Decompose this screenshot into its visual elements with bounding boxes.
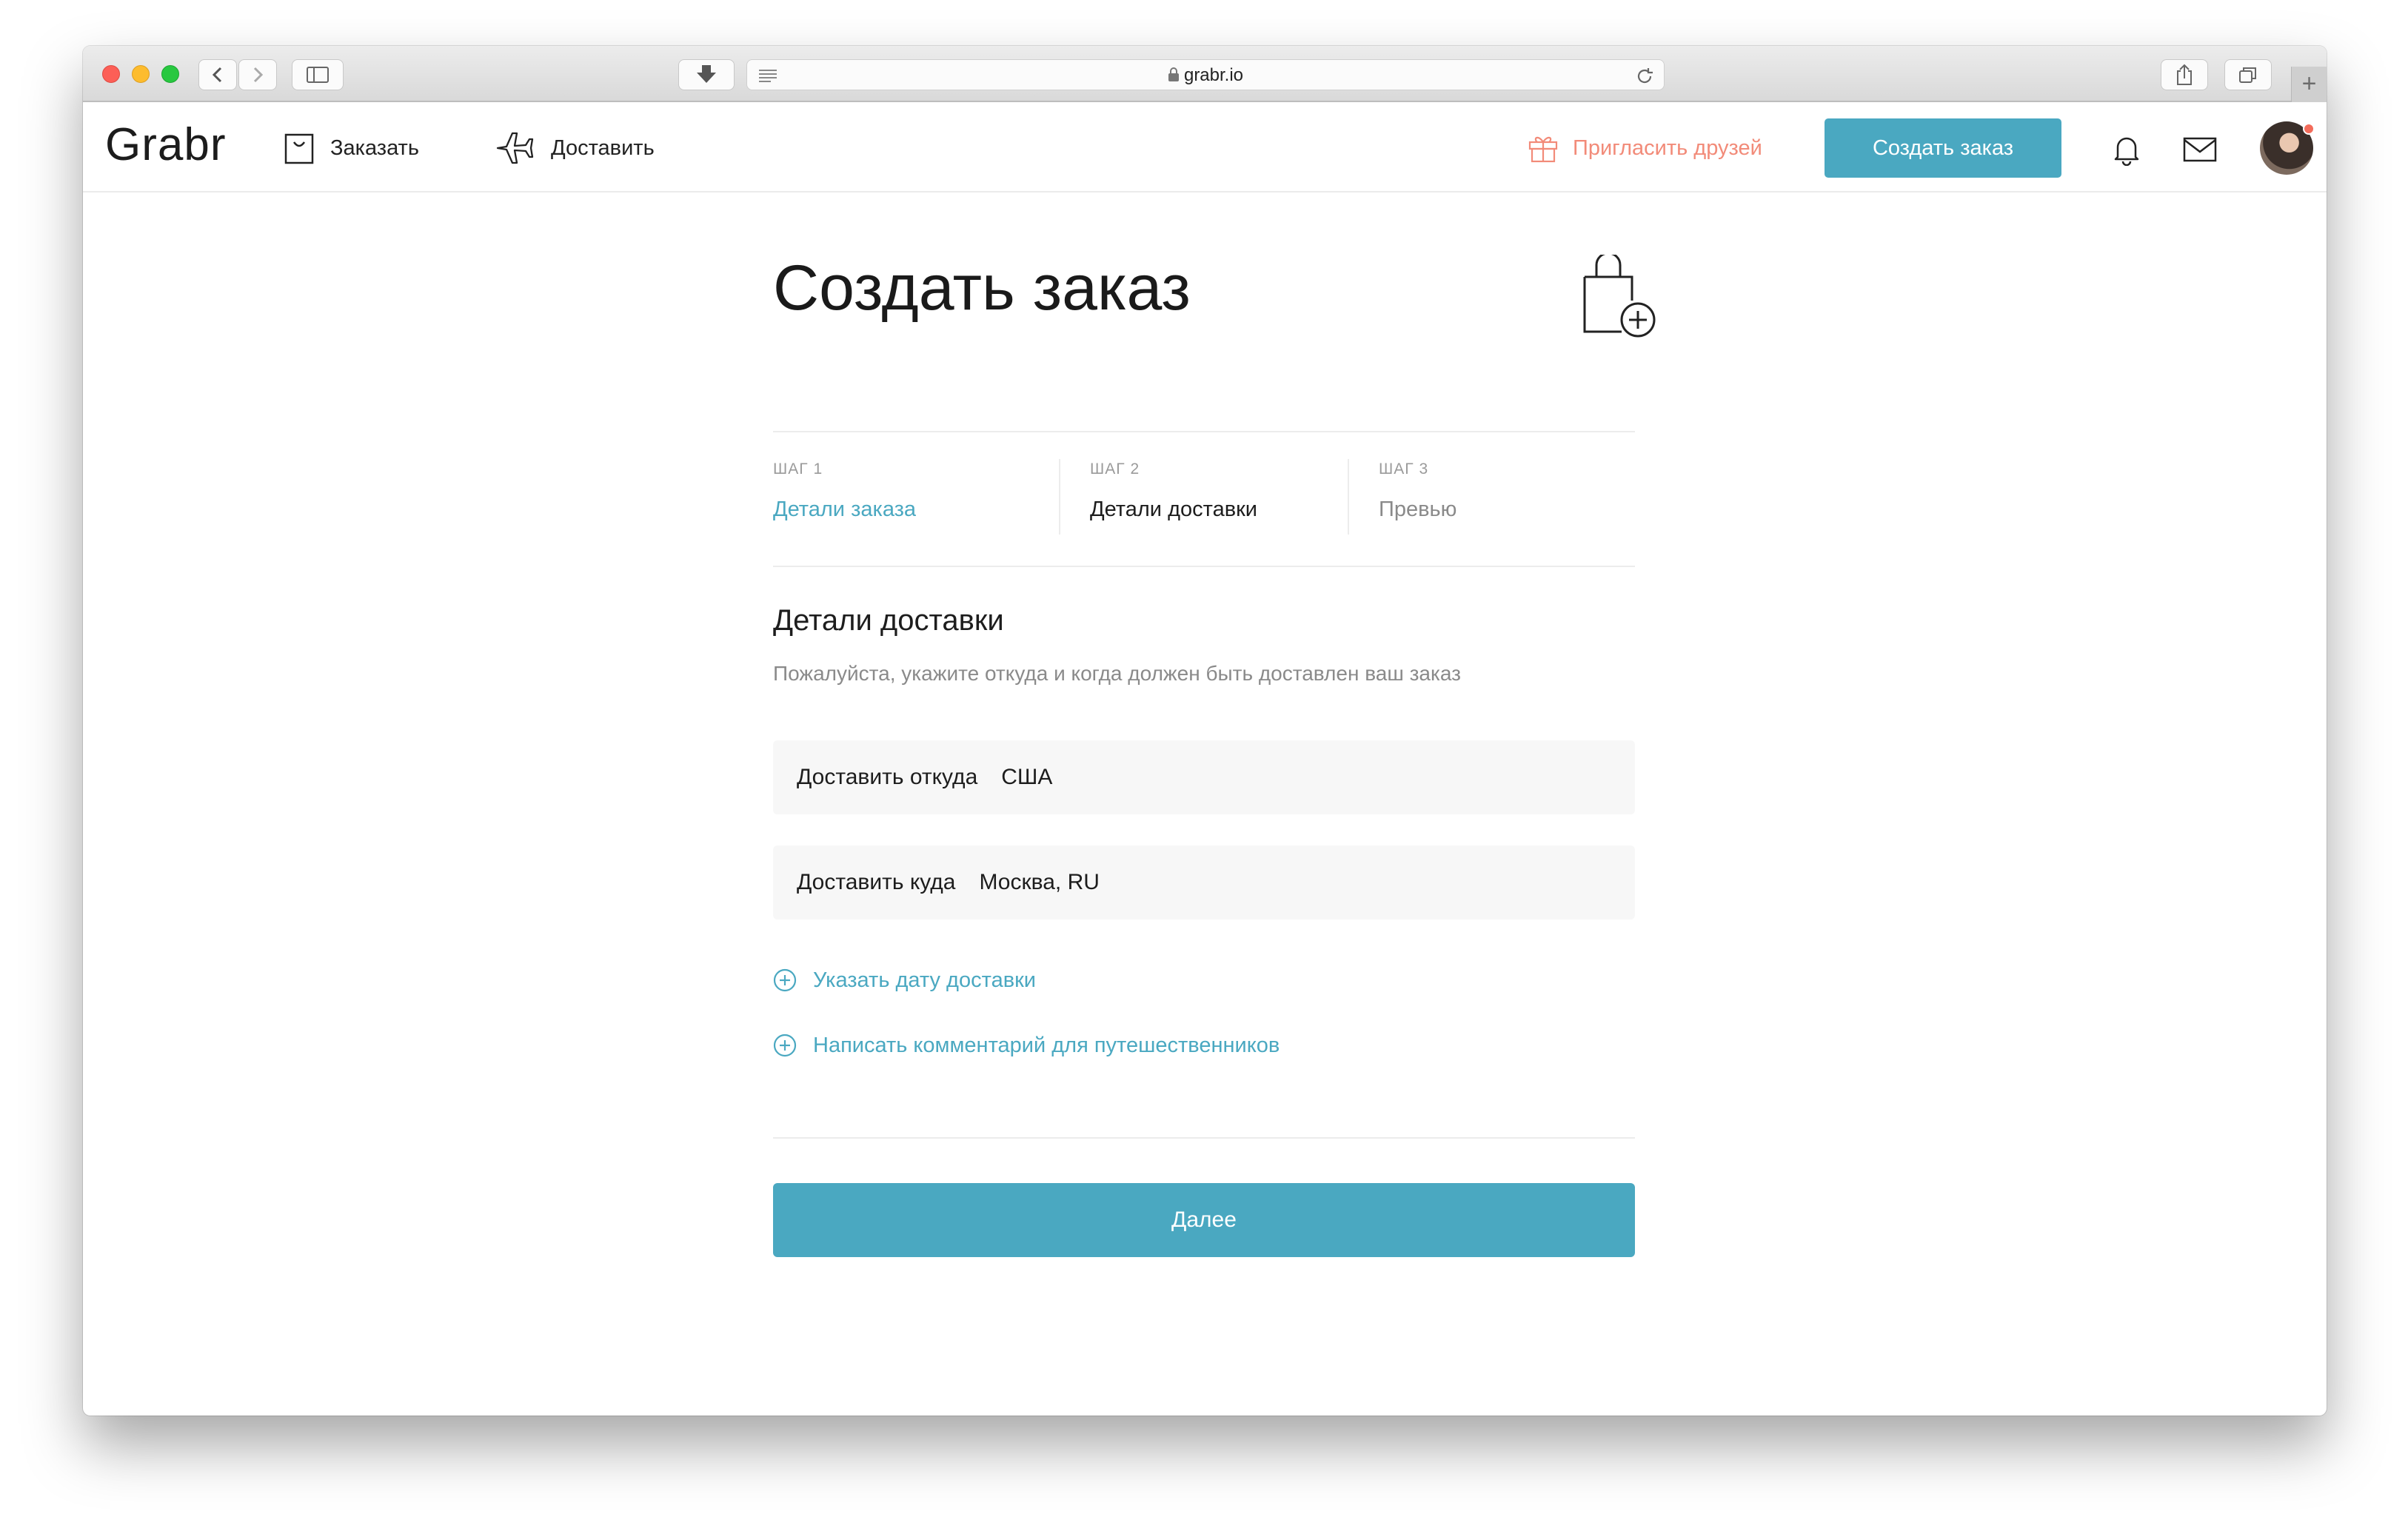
invite-friends-link[interactable]: Пригласить друзей [1528,129,1762,167]
gift-icon [1528,136,1558,163]
step-2-label: Детали доставки [1090,498,1257,521]
divider [773,1137,1635,1139]
create-order-button[interactable]: Создать заказ [1825,118,2061,178]
add-comment-label: Написать комментарий для путешественнико… [813,1033,1280,1057]
forward-icon [253,67,264,83]
delivery-to-value[interactable]: Москва, RU [979,870,1099,895]
plus-circle-icon [773,968,797,992]
browser-window: grabr.io + Grabr Заказать Доставить Приг… [83,46,2327,1416]
share-button[interactable] [2161,59,2208,90]
step-3-label: Превью [1379,498,1457,521]
step-1-number: ШАГ 1 [773,460,823,478]
shopping-bag-add-icon [1583,255,1656,338]
step-2-number: ШАГ 2 [1090,460,1140,478]
divider [773,431,1635,432]
grabr-logo[interactable]: Grabr [105,118,226,171]
delivery-from-value[interactable]: США [1001,765,1052,790]
back-icon [212,67,222,83]
tabs-overview-button[interactable] [2224,59,2272,90]
nav-order-label: Заказать [330,135,419,160]
add-comment-link[interactable]: Написать комментарий для путешественнико… [773,1031,1280,1060]
delivery-from-label: Доставить откуда [797,765,978,789]
nav-deliver-label: Доставить [551,135,655,160]
sidebar-button[interactable] [292,59,344,90]
zoom-window-button[interactable] [161,65,179,83]
step-separator [1348,459,1349,535]
step-1[interactable]: ШАГ 1 Детали заказа [773,460,916,522]
url-display: grabr.io [747,60,1664,91]
minimize-window-button[interactable] [132,65,150,83]
url-text: grabr.io [1183,65,1244,85]
step-2[interactable]: ШАГ 2 Детали доставки [1090,460,1257,522]
close-window-button[interactable] [102,65,120,83]
download-icon [697,65,716,83]
share-icon [2177,64,2192,85]
bell-icon[interactable] [2110,133,2143,166]
sidebar-icon [307,67,329,83]
step-3[interactable]: ШАГ 3 Превью [1379,460,1456,522]
plus-circle-icon [773,1034,797,1057]
divider [773,566,1635,567]
browser-toolbar: grabr.io + [83,46,2327,102]
lock-icon [1168,67,1179,81]
add-delivery-date-label: Указать дату доставки [813,968,1036,992]
avatar[interactable] [2260,121,2315,175]
delivery-to-field[interactable]: Доставить куда Москва, RU [773,845,1635,920]
nav-deliver[interactable]: Доставить [495,129,655,167]
shopping-bag-icon [284,133,314,164]
section-title: Детали доставки [773,604,1004,637]
invite-friends-label: Пригласить друзей [1573,135,1762,160]
step-1-label: Детали заказа [773,498,917,521]
step-3-number: ШАГ 3 [1379,460,1429,478]
mail-icon[interactable] [2183,136,2217,163]
new-tab-icon[interactable]: + [2291,67,2327,102]
reload-icon[interactable] [1636,67,1653,85]
nav-order[interactable]: Заказать [284,129,419,167]
downloads-button[interactable] [678,59,735,90]
step-separator [1059,459,1060,535]
section-subtitle: Пожалуйста, укажите откуда и когда долже… [773,662,1461,685]
delivery-to-label: Доставить куда [797,870,956,894]
airplane-icon [496,132,534,164]
next-button[interactable]: Далее [773,1183,1635,1257]
add-delivery-date-link[interactable]: Указать дату доставки [773,965,1036,995]
tabs-icon [2239,67,2256,83]
address-bar[interactable]: grabr.io [746,59,1665,90]
site-header: Grabr Заказать Доставить Пригласить друз… [83,104,2327,192]
back-button[interactable] [198,59,237,90]
page-title: Создать заказ [773,252,1191,324]
forward-button[interactable] [238,59,277,90]
notification-dot [2303,123,2315,135]
delivery-from-field[interactable]: Доставить откуда США [773,740,1635,814]
